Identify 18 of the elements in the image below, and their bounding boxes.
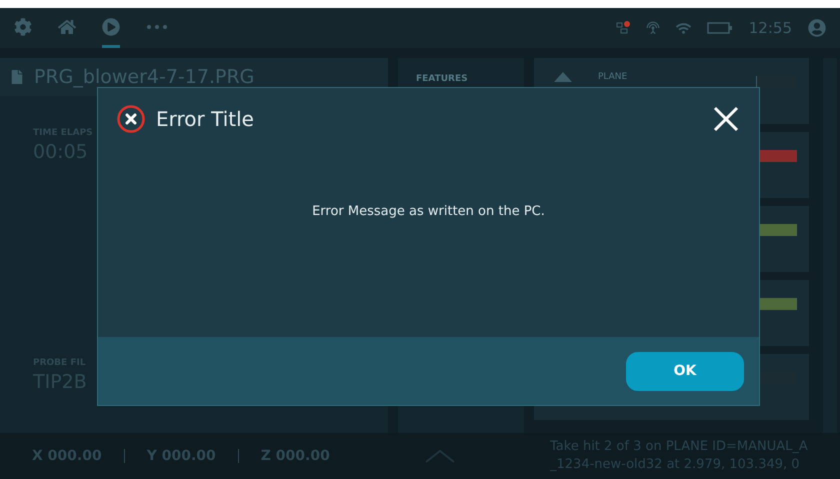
wifi-icon [676,20,691,36]
clock-time: 12:55 [748,19,792,37]
dialog-title: Error Title [156,107,254,131]
user-icon[interactable] [808,19,826,37]
settings-icon [14,18,32,36]
error-icon [116,104,146,134]
antenna-icon [646,21,660,35]
home-icon [58,18,76,36]
triangle-icon [554,72,572,82]
panel-title: FEATURES [416,74,468,84]
close-button[interactable] [711,104,741,134]
ok-button[interactable]: OK [626,352,744,390]
more-icon [146,24,168,30]
dialog-message: Error Message as written on the PC. [312,204,545,219]
feature-name: PLANE [598,72,628,82]
play-icon [102,18,120,36]
battery-icon [706,22,733,34]
file-icon [10,70,24,84]
